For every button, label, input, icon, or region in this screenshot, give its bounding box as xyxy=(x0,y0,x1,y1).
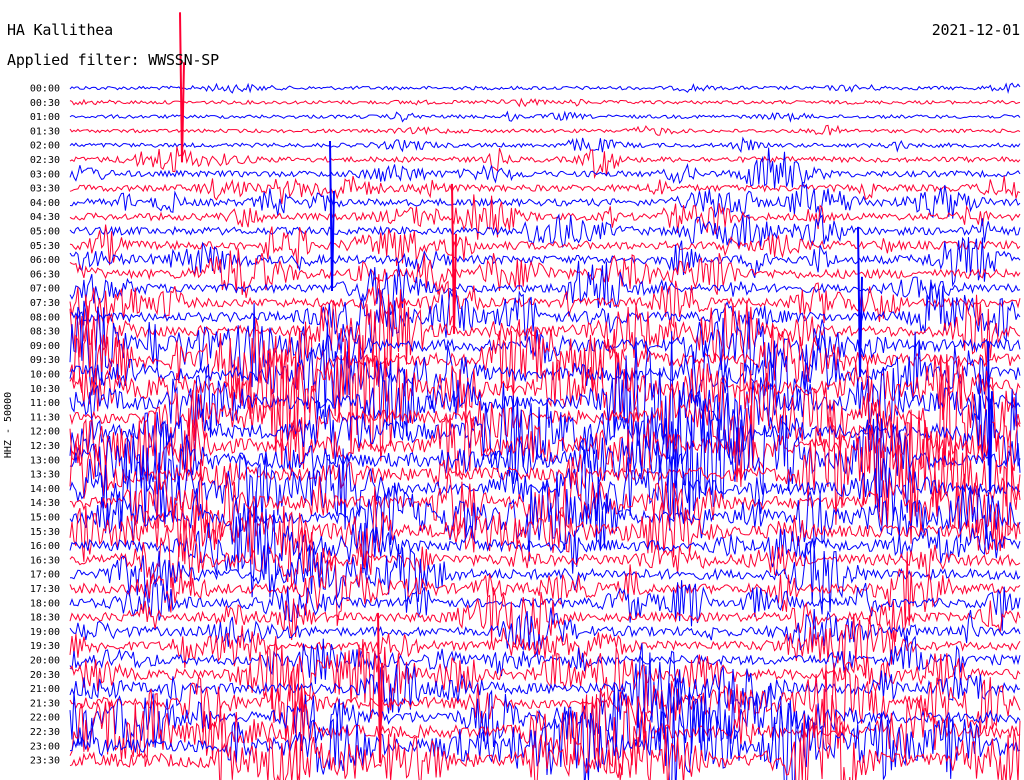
row-label-1830: 18:30 xyxy=(30,613,60,624)
row-label-0500: 05:00 xyxy=(30,227,60,238)
row-label-0430: 04:30 xyxy=(30,212,60,223)
row-label-2230: 22:30 xyxy=(30,727,60,738)
trace-0000 xyxy=(69,82,1021,94)
row-label-1430: 14:30 xyxy=(30,498,60,509)
trace-0500 xyxy=(69,213,1021,250)
row-label-1230: 12:30 xyxy=(30,441,60,452)
row-label-0630: 06:30 xyxy=(30,269,60,280)
row-label-1000: 10:00 xyxy=(30,370,60,381)
row-label-1100: 11:00 xyxy=(30,398,60,409)
row-label-0530: 05:30 xyxy=(30,241,60,252)
event-spike-0500 xyxy=(329,140,335,292)
row-label-1630: 16:30 xyxy=(30,555,60,566)
row-label-1530: 15:30 xyxy=(30,527,60,538)
trace-group xyxy=(69,82,1021,780)
trace-2000 xyxy=(69,635,1021,685)
row-label-1930: 19:30 xyxy=(30,641,60,652)
event-spike-0630 xyxy=(451,183,457,334)
row-label-1300: 13:00 xyxy=(30,455,60,466)
row-label-1900: 19:00 xyxy=(30,627,60,638)
row-label-1730: 17:30 xyxy=(30,584,60,595)
trace-0900 xyxy=(69,300,1021,396)
row-label-0700: 07:00 xyxy=(30,284,60,295)
row-label-1130: 11:30 xyxy=(30,412,60,423)
row-label-0030: 00:30 xyxy=(30,98,60,109)
filter-subtitle: Applied filter: WWSSN-SP xyxy=(7,51,219,69)
row-label-2000: 20:00 xyxy=(30,656,60,667)
trace-0600 xyxy=(69,236,1021,288)
trace-1900 xyxy=(69,607,1021,655)
row-label-2200: 22:00 xyxy=(30,713,60,724)
row-label-0600: 06:00 xyxy=(30,255,60,266)
row-label-1030: 10:30 xyxy=(30,384,60,395)
row-label-2300: 23:00 xyxy=(30,741,60,752)
row-label-1600: 16:00 xyxy=(30,541,60,552)
event-spike-0030 xyxy=(179,12,185,163)
seismogram-plot: 00:00 00:30 01:00 01:30 02:00 02:30 03:00 03:30… xyxy=(30,12,1021,780)
row-label-0130: 01:30 xyxy=(30,126,60,137)
row-label-0800: 08:00 xyxy=(30,312,60,323)
row-label-1800: 18:00 xyxy=(30,598,60,609)
trace-0200 xyxy=(69,136,1021,154)
row-label-0100: 01:00 xyxy=(30,112,60,123)
trace-0100 xyxy=(69,110,1021,123)
row-label-1200: 12:00 xyxy=(30,427,60,438)
event-spike-1200 xyxy=(987,341,993,492)
row-label-2100: 21:00 xyxy=(30,684,60,695)
trace-0730 xyxy=(69,274,1021,329)
row-label-1400: 14:00 xyxy=(30,484,60,495)
trace-0130 xyxy=(69,124,1021,136)
row-label-2030: 20:30 xyxy=(30,670,60,681)
station-title: HA Kallithea xyxy=(7,21,113,39)
row-label-0730: 07:30 xyxy=(30,298,60,309)
row-label-0300: 03:00 xyxy=(30,169,60,180)
trace-0830 xyxy=(69,289,1021,377)
row-label-0200: 02:00 xyxy=(30,141,60,152)
row-label-1330: 13:30 xyxy=(30,470,60,481)
trace-2300 xyxy=(69,696,1021,780)
trace-0030 xyxy=(69,97,1021,108)
row-label-0930: 09:30 xyxy=(30,355,60,366)
row-label-2130: 21:30 xyxy=(30,698,60,709)
trace-0230 xyxy=(69,146,1021,180)
row-label-0400: 04:00 xyxy=(30,198,60,209)
row-label-1500: 15:00 xyxy=(30,513,60,524)
row-label-0900: 09:00 xyxy=(30,341,60,352)
row-label-0330: 03:30 xyxy=(30,184,60,195)
row-label-2330: 23:30 xyxy=(30,756,60,767)
row-label-1700: 17:00 xyxy=(30,570,60,581)
channel-axis-label: HHZ - 50000 xyxy=(3,391,14,459)
row-label-0830: 08:30 xyxy=(30,327,60,338)
row-label-0000: 00:00 xyxy=(30,84,60,95)
date-label: 2021-12-01 xyxy=(931,21,1021,39)
row-label-0230: 02:30 xyxy=(30,155,60,166)
